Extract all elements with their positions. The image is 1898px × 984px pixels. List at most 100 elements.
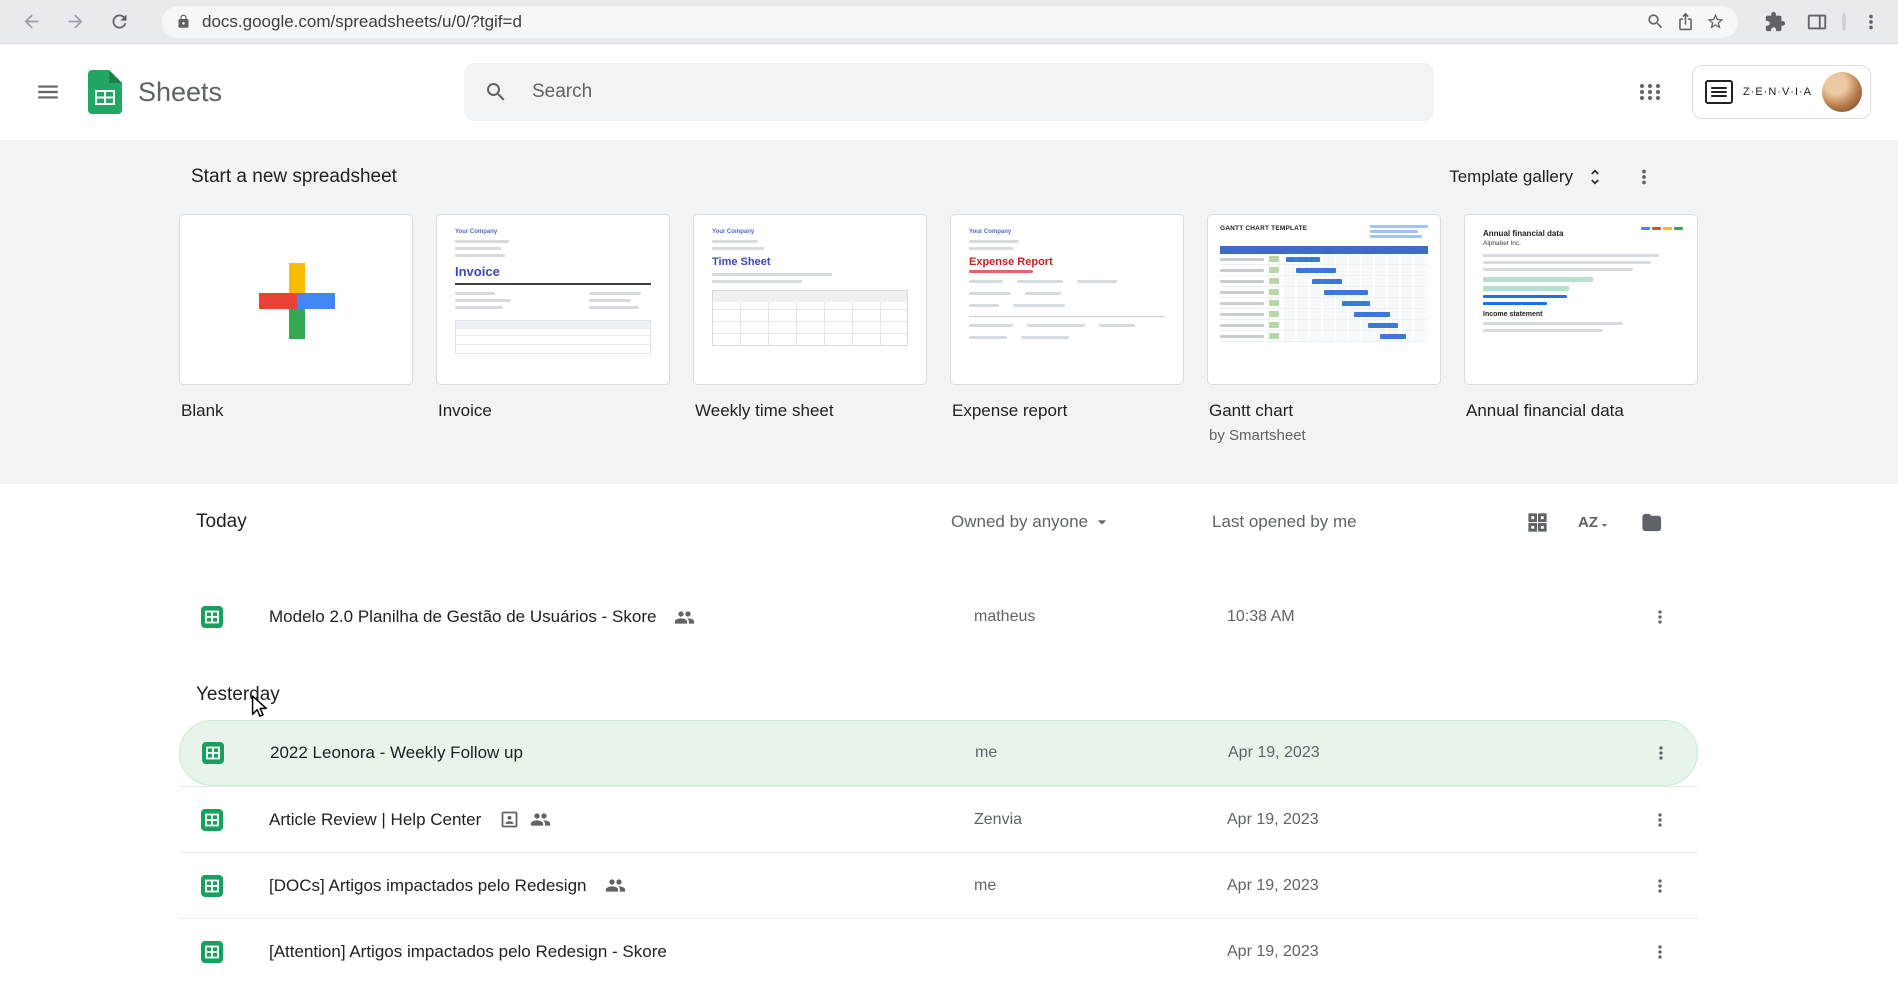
thumb-expense-title: Expense Report xyxy=(969,256,1053,268)
template-gallery-label: Template gallery xyxy=(1449,167,1573,186)
gantt-thumbnail-rows xyxy=(1220,254,1428,342)
portrait-badge-icon xyxy=(499,809,520,830)
thumb-annual-company: Alphabet Inc. xyxy=(1483,240,1521,247)
browser-profile-avatar[interactable] xyxy=(1842,12,1846,31)
invoice-thumbnail-content: Your Company Invoice xyxy=(437,215,669,384)
last-opened-sort[interactable]: Last opened by me xyxy=(1212,484,1357,560)
shared-people-icon xyxy=(674,607,695,628)
extensions-puzzle-icon[interactable] xyxy=(1758,5,1792,39)
gantt-chart-thumbnail[interactable]: GANTT CHART TEMPLATE xyxy=(1207,214,1441,385)
search-bar[interactable] xyxy=(464,63,1434,121)
account-name: Z·E·N·V·I·A xyxy=(1742,86,1812,98)
side-panel-icon[interactable] xyxy=(1800,5,1834,39)
bookmark-star-icon[interactable] xyxy=(1700,7,1730,37)
template-label: Weekly time sheet xyxy=(695,401,834,420)
template-label: Expense report xyxy=(952,401,1068,420)
zenvia-logo-icon xyxy=(1704,80,1733,104)
owner-filter-label: Owned by anyone xyxy=(951,512,1089,531)
reload-icon xyxy=(111,14,126,29)
sort-az-icon[interactable]: AZ xyxy=(1570,498,1618,546)
expense-report-thumbnail[interactable]: Your Company Expense Report xyxy=(950,214,1184,385)
browser-reload-button[interactable] xyxy=(102,5,136,39)
google-colors-marks xyxy=(1641,227,1683,230)
back-arrow-icon xyxy=(24,14,38,29)
template-label: Invoice xyxy=(438,401,492,420)
file-row[interactable]: [DOCs] Artigos impactados pelo Redesign … xyxy=(179,852,1698,918)
file-owner: me xyxy=(974,876,997,894)
google-apps-grid-icon[interactable] xyxy=(1626,68,1674,116)
row-menu-kebab-icon[interactable] xyxy=(1640,932,1680,972)
main-menu-hamburger-icon[interactable] xyxy=(22,66,74,118)
template-section-menu-kebab-icon[interactable] xyxy=(1633,157,1673,197)
lock-icon[interactable] xyxy=(176,14,191,29)
browser-menu-kebab-icon[interactable] xyxy=(1854,5,1888,39)
search-input[interactable] xyxy=(532,81,1414,103)
template-card-expense-report[interactable]: Your Company Expense Report Expense repo… xyxy=(950,214,1184,444)
browser-forward-button[interactable] xyxy=(58,5,92,39)
file-row[interactable]: Article Review | Help Center Zenvia Apr … xyxy=(179,786,1698,852)
template-card-row: Blank Your Company Invoice Invoice Your … xyxy=(0,214,1898,444)
file-row-partial[interactable]: [Attention] Artigos impactados pelo Rede… xyxy=(179,918,1698,984)
time-sheet-thumbnail[interactable]: Your Company Time Sheet xyxy=(693,214,927,385)
template-card-weekly-time-sheet[interactable]: Your Company Time Sheet Weekly time shee… xyxy=(693,214,927,444)
grid-view-icon[interactable] xyxy=(1513,498,1561,546)
row-menu-kebab-icon[interactable] xyxy=(1640,866,1680,906)
sheets-file-icon xyxy=(201,606,223,628)
thumb-annual-section: Income statement xyxy=(1483,311,1543,318)
template-card-invoice[interactable]: Your Company Invoice Invoice xyxy=(436,214,670,444)
owner-filter-dropdown[interactable]: Owned by anyone xyxy=(951,484,1112,560)
invoice-thumbnail[interactable]: Your Company Invoice xyxy=(436,214,670,385)
open-file-picker-folder-icon[interactable] xyxy=(1627,498,1675,546)
file-row-selected[interactable]: 2022 Leonora - Weekly Follow up me Apr 1… xyxy=(179,720,1698,786)
template-gallery-button[interactable]: Template gallery xyxy=(1437,157,1617,197)
template-card-annual-financial-data[interactable]: Annual financial data Alphabet Inc. Inco… xyxy=(1464,214,1698,444)
unfold-more-icon xyxy=(1591,169,1599,185)
template-card-gantt-chart[interactable]: GANTT CHART TEMPLATE Gantt chart by Smar… xyxy=(1207,214,1441,444)
file-last-opened: Apr 19, 2023 xyxy=(1228,744,1320,761)
forward-arrow-icon xyxy=(68,14,82,29)
search-icon[interactable] xyxy=(484,80,508,104)
sheets-file-icon xyxy=(201,808,223,831)
row-menu-kebab-icon[interactable] xyxy=(1640,800,1680,840)
browser-back-button[interactable] xyxy=(14,5,48,39)
address-bar[interactable]: docs.google.com/spreadsheets/u/0/?tgif=d xyxy=(162,5,1738,38)
row-menu-kebab-icon[interactable] xyxy=(1641,733,1681,773)
file-title: 2022 Leonora - Weekly Follow up xyxy=(270,743,523,762)
new-spreadsheet-plus-icon xyxy=(259,263,335,339)
section-label-yesterday: Yesterday xyxy=(196,684,280,705)
template-card-blank[interactable]: Blank xyxy=(179,214,413,444)
list-header-row: Today Owned by anyone Last opened by me … xyxy=(179,484,1698,560)
zoom-icon[interactable] xyxy=(1640,7,1670,37)
row-menu-kebab-icon[interactable] xyxy=(1640,597,1680,637)
time-sheet-thumbnail-content: Your Company Time Sheet xyxy=(694,215,926,384)
section-label-yesterday-row: Yesterday xyxy=(179,650,1698,720)
gantt-thumbnail-header: GANTT CHART TEMPLATE xyxy=(1208,215,1440,246)
browser-toolbar: docs.google.com/spreadsheets/u/0/?tgif=d xyxy=(0,0,1898,44)
template-section-title: Start a new spreadsheet xyxy=(191,166,397,187)
annual-financial-thumbnail[interactable]: Annual financial data Alphabet Inc. Inco… xyxy=(1464,214,1698,385)
file-owner: matheus xyxy=(974,608,1036,625)
section-label-today: Today xyxy=(196,511,247,532)
file-title: [DOCs] Artigos impactados pelo Redesign xyxy=(269,875,587,895)
thumb-invoice-title: Invoice xyxy=(455,264,500,279)
avatar xyxy=(1842,12,1846,31)
last-opened-label: Last opened by me xyxy=(1212,512,1357,531)
sheets-file-icon xyxy=(202,742,224,764)
thumb-timesheet-title: Time Sheet xyxy=(712,256,771,268)
account-switcher[interactable]: Z·E·N·V·I·A xyxy=(1691,65,1871,119)
account-avatar[interactable] xyxy=(1822,72,1862,112)
shared-people-icon xyxy=(530,809,551,830)
thumb-company-text: Your Company xyxy=(455,229,498,235)
annual-thumbnail-content: Annual financial data Alphabet Inc. Inco… xyxy=(1465,215,1697,384)
file-last-opened: Apr 19, 2023 xyxy=(1227,810,1319,828)
shared-people-icon xyxy=(605,875,626,896)
file-row[interactable]: Modelo 2.0 Planilha de Gestão de Usuário… xyxy=(179,584,1698,650)
file-last-opened: 10:38 AM xyxy=(1227,608,1295,625)
share-icon[interactable] xyxy=(1670,7,1700,37)
browser-actions xyxy=(1758,5,1888,39)
sheets-file-icon xyxy=(201,940,223,963)
sheets-logo-icon[interactable] xyxy=(88,70,122,114)
file-last-opened: Apr 19, 2023 xyxy=(1227,942,1319,960)
sheets-file-icon xyxy=(201,874,223,897)
blank-thumbnail[interactable] xyxy=(179,214,413,385)
